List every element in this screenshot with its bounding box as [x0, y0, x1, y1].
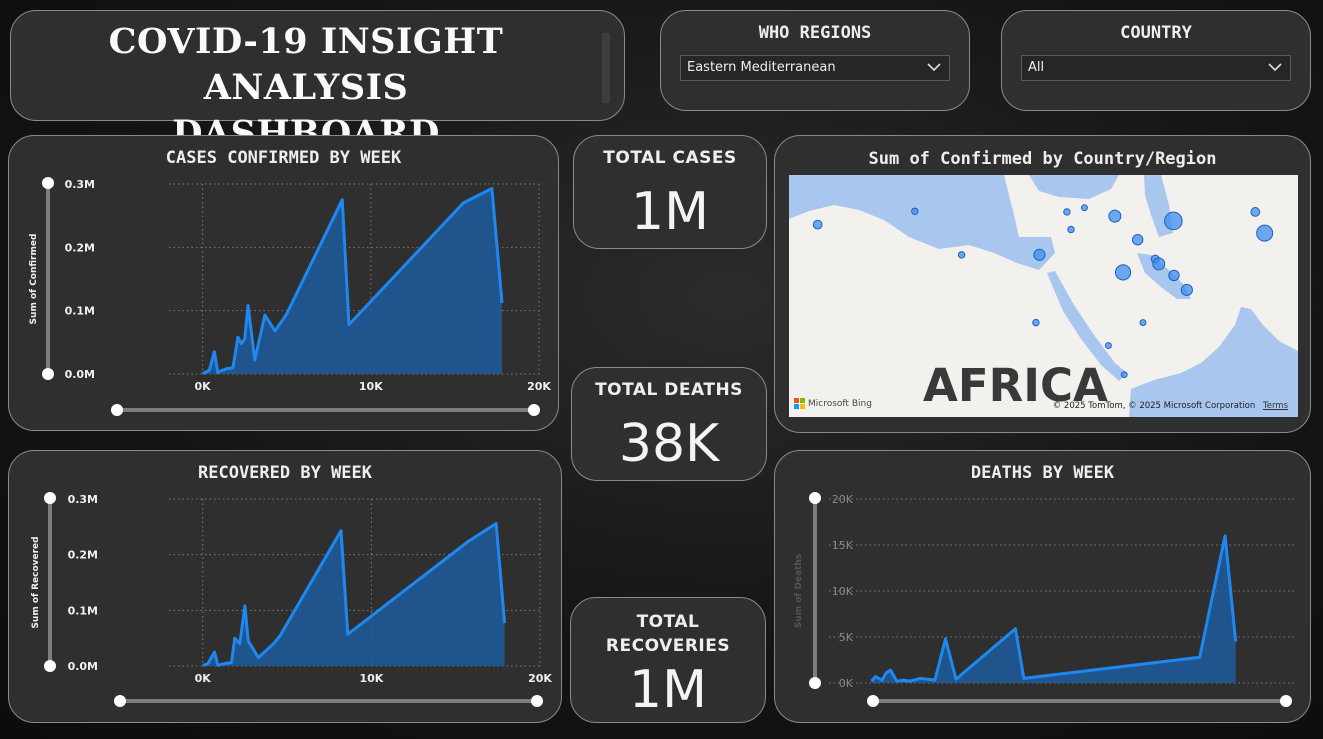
cases-chart-card: CASES CONFIRMED BY WEEK 0.0M 0.1M 0.2M 0.3M… — [8, 135, 559, 431]
map-bubble — [1032, 318, 1040, 327]
y-tick-label: 5K — [839, 631, 854, 644]
series-area — [202, 523, 505, 666]
total-deaths-value: 38K — [618, 414, 720, 474]
vertical-zoom-handle-bottom — [809, 677, 821, 689]
series-line — [870, 534, 1238, 683]
map-bubble — [1104, 342, 1112, 350]
x-tick-label: 0K — [195, 380, 212, 393]
y-tick-label: 20K — [832, 493, 854, 506]
map-bubble — [1120, 371, 1128, 379]
map-card: Sum of Confirmed by Country/Region AFRIC… — [774, 135, 1311, 433]
y-tick-label: 10K — [832, 585, 854, 598]
y-tick-label: 0.3M — [68, 493, 98, 506]
horizontal-zoom-handle-right — [1280, 695, 1292, 707]
bing-logo: Microsoft Bing — [794, 398, 872, 409]
map-view[interactable]: AFRICA Microsoft Bing © 2025 TomTom, © 2… — [789, 175, 1298, 417]
map-bubble — [1168, 269, 1180, 282]
x-tick-label: 20K — [527, 380, 551, 393]
map-bubble — [1080, 204, 1088, 212]
map-bubble — [1164, 211, 1183, 231]
map-bubble — [1131, 234, 1144, 246]
total-deaths-card: TOTAL DEATHS 38K — [571, 367, 767, 481]
deaths-chart[interactable]: 0K 5K 10K 15K 20K Sum of Deaths — [775, 451, 1312, 724]
horizontal-zoom-handle-right — [531, 695, 543, 707]
map-terms-link[interactable]: Terms — [1263, 401, 1288, 411]
x-tick-label: 0K — [195, 672, 212, 685]
bing-brand: Microsoft Bing — [808, 398, 872, 409]
y-tick-label: 0.0M — [65, 368, 95, 381]
country-selected: All — [1028, 60, 1045, 75]
map-bubble — [1139, 319, 1147, 327]
total-deaths-label: TOTAL DEATHS — [595, 380, 743, 400]
vertical-zoom-handle-top — [809, 492, 821, 504]
who-regions-dropdown[interactable]: Eastern Mediterranean — [680, 55, 950, 81]
x-tick-label: 10K — [359, 672, 383, 685]
horizontal-zoom-handle-left — [114, 695, 126, 707]
vertical-zoom-handle-top — [42, 177, 54, 189]
y-axis-title: Sum of Deaths — [794, 554, 804, 628]
y-tick-label: 0.3M — [65, 178, 95, 191]
y-tick-label: 0.0M — [68, 660, 98, 673]
horizontal-zoom-handle-left — [111, 404, 123, 416]
horizontal-zoom-handle-right — [528, 404, 540, 416]
vertical-zoom-handle-top — [44, 492, 56, 504]
recovered-chart[interactable]: 0.0M 0.1M 0.2M 0.3M 0K 10K 20K Sum of Recovered — [9, 451, 563, 724]
bing-icon — [794, 398, 805, 409]
chevron-down-icon — [1268, 63, 1282, 72]
total-recoveries-card: TOTAL RECOVERIES 1M — [570, 597, 766, 723]
total-recoveries-label: TOTAL RECOVERIES — [571, 610, 765, 658]
dashboard-title-line1: COVID-19 INSIGHT ANALYSIS — [108, 21, 504, 108]
y-tick-label: 0.1M — [65, 305, 95, 318]
vertical-zoom-handle-bottom — [42, 368, 54, 380]
x-tick-label: 20K — [528, 672, 552, 685]
map-bubble — [1114, 264, 1132, 281]
vertical-zoom-handle-bottom — [44, 660, 56, 672]
y-tick-label: 0.2M — [68, 549, 98, 562]
who-regions-selected: Eastern Mediterranean — [687, 60, 836, 75]
map-bubble — [1180, 283, 1193, 297]
map-bubble — [1108, 209, 1122, 223]
y-axis-title: Sum of Confirmed — [29, 234, 39, 325]
total-cases-label: TOTAL CASES — [603, 148, 737, 168]
who-regions-slicer: WHO REGIONS Eastern Mediterranean — [660, 10, 970, 111]
who-regions-label: WHO REGIONS — [758, 23, 872, 43]
map-bubble — [1152, 257, 1166, 271]
map-bubble — [1256, 224, 1274, 242]
y-axis-title: Sum of Recovered — [31, 536, 41, 628]
y-tick-label: 0.1M — [68, 604, 98, 617]
y-tick-label: 0K — [839, 677, 854, 690]
country-label: COUNTRY — [1120, 23, 1192, 43]
country-slicer: COUNTRY All — [1001, 10, 1311, 111]
map-title: Sum of Confirmed by Country/Region — [868, 149, 1217, 169]
x-tick-label: 10K — [359, 380, 383, 393]
total-cases-card: TOTAL CASES 1M — [573, 135, 767, 249]
horizontal-zoom-handle-left — [867, 695, 879, 707]
map-bubble — [1033, 248, 1046, 261]
map-bubble — [957, 251, 966, 259]
map-bubble — [911, 207, 919, 215]
y-tick-label: 15K — [832, 539, 854, 552]
total-recoveries-value: 1M — [629, 660, 707, 720]
cases-chart[interactable]: 0.0M 0.1M 0.2M 0.3M 0K 10K 20K Sum of Confirmed — [9, 136, 560, 432]
total-recoveries-label-line2: RECOVERIES — [605, 636, 731, 656]
series-area — [202, 188, 503, 374]
country-dropdown[interactable]: All — [1021, 55, 1291, 81]
chevron-down-icon — [927, 63, 941, 72]
recovered-chart-card: RECOVERED BY WEEK 0.0M 0.1M 0.2M 0.3M 0K 10K 2… — [8, 450, 562, 723]
map-attribution: © 2025 TomTom, © 2025 Microsoft Corporat… — [1053, 401, 1288, 411]
map-bubble — [1063, 208, 1071, 216]
total-recoveries-label-line1: TOTAL — [636, 612, 700, 632]
map-bubble — [1250, 207, 1261, 217]
map-copyright: © 2025 TomTom, © 2025 Microsoft Corporat… — [1052, 401, 1256, 411]
deaths-chart-card: DEATHS BY WEEK 0K 5K 10K 15K 20K Sum of Death… — [774, 450, 1311, 723]
dashboard-title-card: COVID-19 INSIGHT ANALYSIS DASHBOARD — [10, 10, 625, 154]
map-bubble — [812, 219, 823, 230]
title-scrollbar[interactable] — [602, 33, 610, 103]
total-cases-value: 1M — [631, 182, 709, 242]
map-bubble — [1067, 225, 1075, 234]
y-tick-label: 0.2M — [65, 241, 95, 254]
